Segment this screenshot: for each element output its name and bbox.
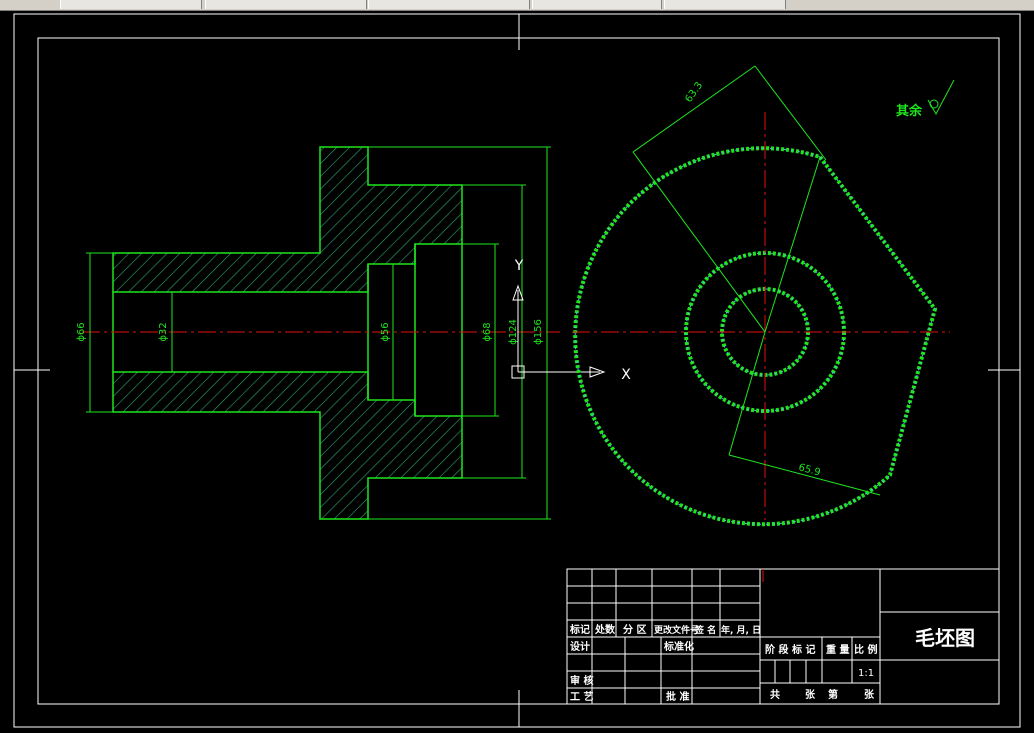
end-view: 63.3 65.9	[572, 65, 950, 527]
tb-stage-mark: 阶 段 标 记	[765, 643, 815, 656]
toolbar-tab[interactable]	[368, 0, 530, 9]
dim-label-32: ϕ32	[158, 322, 169, 341]
tb-weight: 重 量	[826, 643, 849, 656]
surface-finish-label: 其余	[896, 103, 923, 119]
tb-total: 共	[770, 688, 780, 701]
tb-process: 工 艺	[570, 690, 593, 703]
tb-scale: 比 例	[854, 643, 877, 656]
sheet-outer-border	[13, 13, 1021, 728]
dim-label-156: ϕ156	[533, 319, 544, 345]
toolbar-tab[interactable]	[664, 0, 786, 9]
hatch-lower	[112, 371, 463, 520]
tb-mark: 标记	[569, 623, 590, 636]
tb-count: 处数	[594, 623, 616, 636]
tb-design: 设计	[570, 640, 590, 653]
tb-approve: 批 准	[666, 690, 689, 703]
tb-sheets: 张	[805, 688, 816, 701]
tb-sheet: 张	[864, 688, 875, 701]
dim-label-68: ϕ68	[482, 322, 493, 341]
tb-standardization: 标准化	[663, 640, 694, 653]
tb-zone: 分 区	[623, 623, 646, 636]
dim-label-633: 63.3	[683, 80, 705, 105]
toolbar-tab[interactable]	[532, 0, 662, 9]
hatch-upper	[112, 146, 463, 293]
dim-label-124: ϕ124	[508, 319, 519, 345]
dim-label-56: ϕ56	[380, 322, 391, 341]
tb-review: 审 核	[570, 674, 593, 687]
tb-scale-value: 1:1	[858, 668, 874, 679]
tb-change-doc: 更改文件号	[654, 624, 699, 636]
toolbar-tab[interactable]	[205, 0, 367, 9]
dim-label-66: ϕ66	[76, 322, 87, 341]
toolbar-tab[interactable]	[60, 0, 202, 9]
section-view: ϕ66 ϕ32 ϕ56 ϕ68 ϕ124 ϕ156 Y X	[76, 146, 631, 520]
title-block-text: 标记 处数 分 区 更改文件号 签 名 年, 月, 日 设计 标准化 阶 段 标…	[569, 623, 877, 703]
tb-page: 第	[828, 688, 838, 701]
surface-finish-note: 其余	[896, 79, 955, 119]
ucs-x-label: X	[621, 367, 631, 383]
drawing-title: 毛坯图	[915, 626, 975, 650]
ucs-y-label: Y	[514, 258, 524, 274]
tb-date: 年, 月, 日	[721, 624, 761, 636]
tb-signature: 签 名	[694, 624, 716, 636]
cad-drawing-canvas[interactable]: ϕ66 ϕ32 ϕ56 ϕ68 ϕ124 ϕ156 Y X 63.3 65.9 …	[0, 10, 1034, 733]
